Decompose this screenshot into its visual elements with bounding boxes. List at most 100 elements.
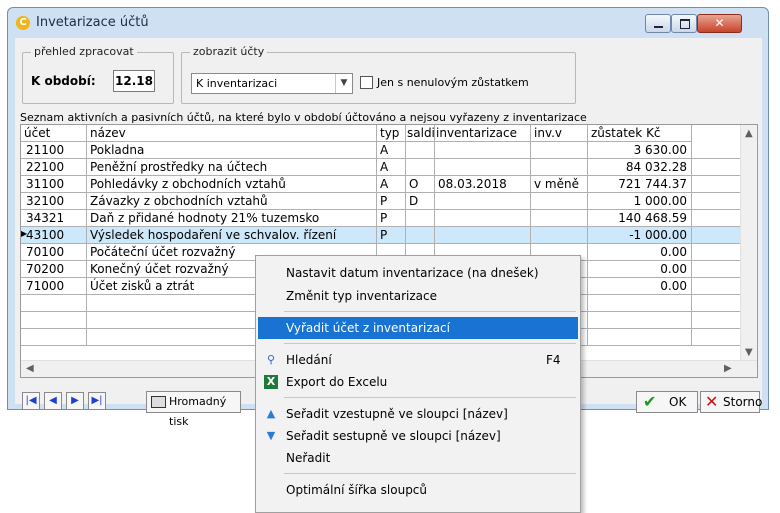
cell-account[interactable]: 34321	[21, 210, 87, 227]
header-name[interactable]: název	[87, 125, 377, 142]
cell-inv-v[interactable]	[531, 193, 588, 210]
mass-print-button[interactable]: Hromadný tisk	[146, 391, 241, 428]
scroll-up-icon[interactable]: ▲	[745, 128, 753, 139]
cell-type[interactable]: A	[377, 176, 406, 193]
cell-balance[interactable]	[588, 295, 692, 312]
header-balance[interactable]: zůstatek Kč	[588, 125, 692, 142]
cell-account[interactable]: 31100	[21, 176, 87, 193]
cell-name[interactable]: Peněžní prostředky na účtech	[87, 159, 377, 176]
cell-inv-v[interactable]	[531, 142, 588, 159]
menu-item-sort-descending[interactable]: ▼ Seřadit sestupně ve sloupci [název]	[258, 425, 578, 447]
menu-item-search[interactable]: ⚲ Hledání F4	[258, 349, 578, 371]
cancel-button[interactable]: ✕ Storno	[700, 391, 762, 413]
header-inv-v[interactable]: inv.v	[531, 125, 588, 142]
cell-balance[interactable]	[588, 329, 692, 346]
table-row[interactable]: 34321 Daň z přidané hodnoty 21% tuzemsko P…	[21, 210, 741, 227]
period-field[interactable]: 12.18	[113, 70, 155, 92]
menu-item-sort-ascending[interactable]: ▲ Seřadit vzestupně ve sloupci [název]	[258, 403, 578, 425]
title-bar[interactable]: C Invetarizace účtů	[8, 8, 768, 38]
cell-empty[interactable]	[692, 227, 741, 244]
cell-empty[interactable]	[692, 278, 741, 295]
cell-account[interactable]: 21100	[21, 142, 87, 159]
table-row[interactable]: 32100 Závazky z obchodních vztahů P D 1 000.…	[21, 193, 741, 210]
cell-type[interactable]: P	[377, 227, 406, 244]
cell-account[interactable]: 43100	[21, 227, 87, 244]
cell-empty[interactable]	[692, 244, 741, 261]
cell-type[interactable]: P	[377, 193, 406, 210]
cell-type[interactable]: A	[377, 142, 406, 159]
close-button[interactable]	[697, 14, 742, 33]
nonzero-balance-checkbox[interactable]	[360, 76, 373, 89]
header-saldi[interactable]: saldi	[406, 125, 435, 142]
cell-name[interactable]: Závazky z obchodních vztahů	[87, 193, 377, 210]
maximize-button[interactable]	[671, 14, 697, 33]
cell-balance[interactable]: 84 032.28	[588, 159, 692, 176]
cell-account[interactable]	[21, 329, 87, 346]
cell-account[interactable]	[21, 295, 87, 312]
cell-empty[interactable]	[692, 329, 741, 346]
cell-type[interactable]: A	[377, 159, 406, 176]
cell-inventory-date[interactable]: 08.03.2018	[435, 176, 531, 193]
cell-balance[interactable]: 140 468.59	[588, 210, 692, 227]
cell-balance[interactable]: 0.00	[588, 278, 692, 295]
cell-empty[interactable]	[692, 176, 741, 193]
scroll-left-icon[interactable]: ◀	[26, 363, 34, 374]
cell-account[interactable]: 71000	[21, 278, 87, 295]
cell-balance[interactable]: -1 000.00	[588, 227, 692, 244]
cell-saldi[interactable]: D	[406, 193, 435, 210]
cell-empty[interactable]	[692, 159, 741, 176]
cell-balance[interactable]: 0.00	[588, 244, 692, 261]
header-account[interactable]: účet	[21, 125, 87, 142]
cell-inventory-date[interactable]	[435, 193, 531, 210]
cell-balance[interactable]: 3 630.00	[588, 142, 692, 159]
next-record-icon[interactable]: ▶	[66, 392, 84, 410]
header-inventory[interactable]: inventarizace	[435, 125, 531, 142]
cell-balance[interactable]: 0.00	[588, 261, 692, 278]
cell-inventory-date[interactable]	[435, 142, 531, 159]
last-record-icon[interactable]: ▶|	[88, 392, 106, 410]
header-type[interactable]: typ	[377, 125, 406, 142]
table-row[interactable]: 43100 Výsledek hospodaření ve schvalov. ř…	[21, 227, 741, 244]
cell-empty[interactable]	[692, 295, 741, 312]
cell-saldi[interactable]	[406, 159, 435, 176]
menu-item-set-inventory-date[interactable]: Nastavit datum inventarizace (na dnešek)	[258, 262, 578, 284]
cell-inventory-date[interactable]	[435, 159, 531, 176]
cell-saldi[interactable]	[406, 142, 435, 159]
cell-type[interactable]: P	[377, 210, 406, 227]
prev-record-icon[interactable]: ◀	[44, 392, 62, 410]
cell-name[interactable]: Daň z přidané hodnoty 21% tuzemsko	[87, 210, 377, 227]
scroll-right-icon[interactable]: ▶	[724, 363, 732, 374]
table-row[interactable]: 22100 Peněžní prostředky na účtech A 84 032…	[21, 159, 741, 176]
ok-button[interactable]: ✔ OK	[636, 391, 698, 413]
cell-inventory-date[interactable]	[435, 210, 531, 227]
cell-inv-v[interactable]	[531, 210, 588, 227]
cell-balance[interactable]: 721 744.37	[588, 176, 692, 193]
cell-saldi[interactable]	[406, 227, 435, 244]
cell-name[interactable]: Výsledek hospodaření ve schvalov. řízení	[87, 227, 377, 244]
table-row[interactable]: 21100 Pokladna A 3 630.00	[21, 142, 741, 159]
cell-inv-v[interactable]	[531, 227, 588, 244]
menu-item-optimal-column-width[interactable]: Optimální šířka sloupců	[258, 479, 578, 501]
cell-inventory-date[interactable]	[435, 227, 531, 244]
menu-item-remove-from-inventory[interactable]: Vyřadit účet z inventarizací	[258, 317, 578, 339]
cell-inv-v[interactable]	[531, 159, 588, 176]
minimize-button[interactable]	[645, 14, 671, 33]
cell-account[interactable]: 32100	[21, 193, 87, 210]
cell-name[interactable]: Pokladna	[87, 142, 377, 159]
scroll-down-icon[interactable]: ▼	[745, 347, 753, 358]
cell-empty[interactable]	[692, 193, 741, 210]
cell-empty[interactable]	[692, 261, 741, 278]
cell-account[interactable]	[21, 312, 87, 329]
menu-item-no-sort[interactable]: Neřadit	[258, 447, 578, 469]
cell-account[interactable]: 70100	[21, 244, 87, 261]
cell-saldi[interactable]: O	[406, 176, 435, 193]
first-record-icon[interactable]: |◀	[22, 392, 40, 410]
account-filter-combo[interactable]: K inventarizaci ▼	[191, 73, 353, 94]
vertical-scrollbar[interactable]: ▲ ▼	[740, 125, 757, 362]
cell-balance[interactable]: 1 000.00	[588, 193, 692, 210]
menu-item-export-excel[interactable]: X Export do Excelu	[258, 371, 578, 393]
chevron-down-icon[interactable]: ▼	[335, 74, 352, 93]
table-row[interactable]: 31100 Pohledávky z obchodních vztahů A O 08.…	[21, 176, 741, 193]
cell-empty[interactable]	[692, 210, 741, 227]
menu-item-change-inventory-type[interactable]: Změnit typ inventarizace	[258, 285, 578, 307]
